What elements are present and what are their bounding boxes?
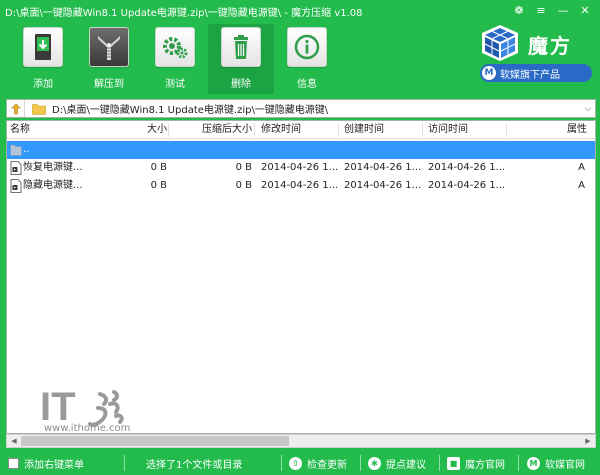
test-label: 测试 bbox=[165, 79, 185, 90]
ruanmei-site-link[interactable]: M 软媒官网 bbox=[527, 456, 585, 471]
window-title: D:\桌面\一键隐藏Win8.1 Update电源键.zip\一键隐藏电源键\ … bbox=[5, 8, 363, 19]
row-packed: 0 B bbox=[235, 162, 252, 173]
address-path[interactable]: D:\桌面\一键隐藏Win8.1 Update电源键.zip\一键隐藏电源键\ bbox=[52, 101, 581, 116]
watermark-url: www.ithome.com bbox=[44, 423, 131, 434]
row-accessed: 2014-04-26 1... bbox=[428, 162, 506, 173]
update-arrow-icon: ⇧ bbox=[289, 457, 302, 470]
col-name[interactable]: 名称 bbox=[10, 121, 110, 139]
brand-logo: 魔方 M 软媒旗下产品 bbox=[476, 24, 596, 84]
feedback-link[interactable]: ✱ 提点建议 bbox=[368, 456, 426, 471]
cube-logo-icon bbox=[482, 25, 518, 61]
context-menu-toggle[interactable]: 添加右键菜单 bbox=[8, 456, 84, 471]
info-icon bbox=[287, 27, 327, 67]
row-size: 0 B bbox=[150, 180, 167, 191]
minimize-icon[interactable]: — bbox=[552, 0, 574, 20]
official-site-link[interactable]: ■ 魔方官网 bbox=[447, 456, 505, 471]
brand-badge[interactable]: M 软媒旗下产品 bbox=[480, 64, 592, 82]
context-menu-checkbox[interactable] bbox=[8, 458, 19, 469]
row-name: 恢复电源键... bbox=[23, 162, 83, 173]
col-modified[interactable]: 修改时间 bbox=[261, 121, 336, 139]
add-button[interactable]: 添加 bbox=[10, 24, 76, 94]
extract-button[interactable]: 解压到 bbox=[76, 24, 142, 94]
app-window: D:\桌面\一键隐藏Win8.1 Update电源键.zip\一键隐藏电源键\ … bbox=[0, 0, 600, 475]
row-modified: 2014-04-26 1... bbox=[261, 180, 339, 191]
check-update-link[interactable]: ⇧ 检查更新 bbox=[289, 456, 347, 471]
up-arrow-icon bbox=[10, 103, 21, 114]
close-icon[interactable]: ✕ bbox=[574, 0, 596, 20]
file-icon bbox=[10, 161, 22, 175]
lightbulb-icon: ✱ bbox=[368, 457, 381, 470]
table-row[interactable]: .. bbox=[7, 141, 595, 159]
gears-icon bbox=[155, 27, 195, 67]
brand-name: 魔方 bbox=[528, 34, 572, 58]
selection-status: 选择了1个文件或目录 bbox=[146, 456, 242, 471]
selection-text: 选择了1个文件或目录 bbox=[146, 460, 243, 471]
col-attr[interactable]: 属性 bbox=[547, 121, 587, 139]
row-created: 2014-04-26 1... bbox=[344, 180, 422, 191]
window-controls: ❁ ≡ — ✕ bbox=[508, 0, 596, 20]
trash-icon bbox=[221, 27, 261, 67]
parent-folder-icon bbox=[10, 144, 22, 156]
col-created[interactable]: 创建时间 bbox=[344, 121, 419, 139]
table-row[interactable]: 恢复电源键... 0 B 0 B 2014-04-26 1... 2014-04… bbox=[7, 159, 595, 177]
folder-icon bbox=[31, 100, 47, 117]
row-accessed: 2014-04-26 1... bbox=[428, 180, 506, 191]
row-modified: 2014-04-26 1... bbox=[261, 162, 339, 173]
ruanmei-logo-icon: M bbox=[482, 66, 496, 80]
context-menu-label: 添加右键菜单 bbox=[24, 460, 84, 471]
official-site-label: 魔方官网 bbox=[465, 460, 505, 471]
toolbar: 添加 解压到 测试 删除 信息 bbox=[10, 24, 340, 94]
row-packed: 0 B bbox=[235, 180, 252, 191]
status-bar: 添加右键菜单 选择了1个文件或目录 ⇧ 检查更新 ✱ 提点建议 ■ 魔方官网 M… bbox=[0, 451, 600, 475]
info-label: 信息 bbox=[297, 79, 317, 90]
info-button[interactable]: 信息 bbox=[274, 24, 340, 94]
row-attr: A bbox=[578, 180, 585, 191]
skin-icon[interactable]: ❁ bbox=[508, 0, 530, 20]
row-attr: A bbox=[578, 162, 585, 173]
brand-badge-text: 软媒旗下产品 bbox=[500, 69, 560, 81]
col-size[interactable]: 大小 bbox=[117, 121, 167, 139]
scroll-right-icon[interactable]: ▶ bbox=[581, 435, 595, 447]
col-packed[interactable]: 压缩后大小 bbox=[177, 121, 252, 139]
col-accessed[interactable]: 访问时间 bbox=[428, 121, 503, 139]
scroll-thumb[interactable] bbox=[21, 436, 289, 446]
delete-label: 删除 bbox=[231, 79, 251, 90]
address-bar: D:\桌面\一键隐藏Win8.1 Update电源键.zip\一键隐藏电源键\ … bbox=[6, 99, 596, 118]
extract-label: 解压到 bbox=[94, 79, 124, 90]
row-name: .. bbox=[23, 144, 30, 155]
scroll-left-icon[interactable]: ◀ bbox=[7, 435, 21, 447]
add-label: 添加 bbox=[33, 79, 53, 90]
file-icon bbox=[10, 179, 22, 193]
zip-extract-icon bbox=[89, 27, 129, 67]
row-created: 2014-04-26 1... bbox=[344, 162, 422, 173]
chevron-down-icon[interactable]: ⌵ bbox=[581, 104, 595, 114]
ruanmei-m-icon: M bbox=[527, 457, 540, 470]
title-bar: D:\桌面\一键隐藏Win8.1 Update电源键.zip\一键隐藏电源键\ … bbox=[0, 0, 600, 22]
check-update-label: 检查更新 bbox=[307, 460, 347, 471]
feedback-label: 提点建议 bbox=[386, 460, 426, 471]
list-header: 名称 大小 压缩后大小 修改时间 创建时间 访问时间 属性 bbox=[7, 121, 595, 139]
ruanmei-site-label: 软媒官网 bbox=[545, 460, 585, 471]
add-archive-icon bbox=[23, 27, 63, 67]
delete-button[interactable]: 删除 bbox=[208, 24, 274, 94]
test-button[interactable]: 测试 bbox=[142, 24, 208, 94]
menu-icon[interactable]: ≡ bbox=[530, 0, 552, 20]
horizontal-scrollbar[interactable]: ◀ ▶ bbox=[6, 434, 596, 448]
up-folder-button[interactable] bbox=[7, 100, 25, 117]
table-row[interactable]: 隐藏电源键... 0 B 0 B 2014-04-26 1... 2014-04… bbox=[7, 177, 595, 195]
row-name: 隐藏电源键... bbox=[23, 180, 83, 191]
cube-small-icon: ■ bbox=[447, 457, 460, 470]
row-size: 0 B bbox=[150, 162, 167, 173]
